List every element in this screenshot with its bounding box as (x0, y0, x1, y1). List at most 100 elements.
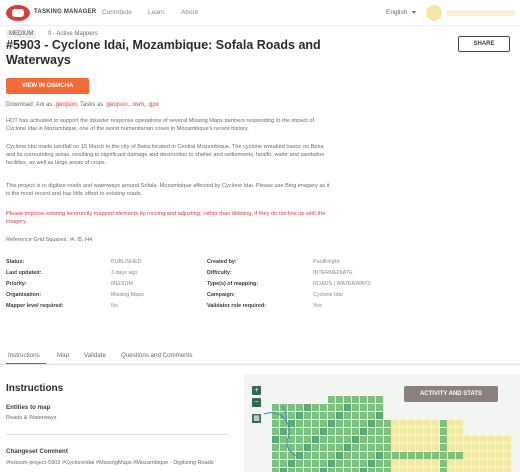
task-square[interactable] (416, 460, 424, 468)
task-square[interactable] (344, 412, 352, 420)
task-square[interactable] (360, 444, 368, 452)
task-square[interactable] (456, 428, 464, 436)
task-square[interactable] (416, 428, 424, 436)
task-square[interactable] (360, 428, 368, 436)
task-square[interactable] (368, 412, 376, 420)
task-square[interactable] (360, 420, 368, 428)
task-square[interactable] (456, 420, 464, 428)
task-square[interactable] (480, 444, 488, 452)
task-square[interactable] (464, 444, 472, 452)
task-square[interactable] (488, 452, 496, 460)
task-square[interactable] (416, 452, 424, 460)
task-square[interactable] (336, 468, 344, 472)
task-square[interactable] (376, 436, 384, 444)
task-square[interactable] (328, 396, 336, 404)
task-square[interactable] (360, 468, 368, 472)
download-aoi-geojson-link[interactable]: .geojson (54, 102, 77, 108)
language-selector[interactable]: English (386, 9, 407, 16)
task-square[interactable] (296, 468, 304, 472)
nav-item-contribute[interactable]: Contribute (102, 9, 132, 16)
task-square[interactable] (368, 428, 376, 436)
task-square[interactable] (432, 460, 440, 468)
layers-icon[interactable]: ▦ (252, 414, 261, 423)
task-square[interactable] (360, 396, 368, 404)
task-square[interactable] (424, 436, 432, 444)
task-square[interactable] (392, 468, 400, 472)
task-square[interactable] (408, 420, 416, 428)
task-square[interactable] (448, 420, 456, 428)
task-square[interactable] (344, 428, 352, 436)
task-square[interactable] (400, 444, 408, 452)
task-square[interactable] (408, 436, 416, 444)
task-square[interactable] (336, 436, 344, 444)
task-square[interactable] (272, 468, 280, 472)
task-square[interactable] (432, 444, 440, 452)
task-square[interactable] (384, 468, 392, 472)
task-square[interactable] (448, 468, 456, 472)
task-square[interactable] (456, 444, 464, 452)
task-square[interactable] (472, 452, 480, 460)
task-square[interactable] (496, 452, 504, 460)
task-square[interactable] (368, 436, 376, 444)
task-square[interactable] (472, 436, 480, 444)
task-square[interactable] (504, 468, 512, 472)
task-square[interactable] (496, 460, 504, 468)
task-square[interactable] (424, 428, 432, 436)
task-square[interactable] (352, 444, 360, 452)
task-map[interactable]: + − ▦ ACTIVITY AND STATS (244, 374, 520, 472)
task-square[interactable] (368, 444, 376, 452)
task-square[interactable] (400, 428, 408, 436)
task-square[interactable] (352, 468, 360, 472)
task-square[interactable] (344, 404, 352, 412)
avatar[interactable] (426, 5, 442, 21)
nav-item-about[interactable]: About (181, 9, 198, 16)
task-square[interactable] (440, 452, 448, 460)
task-square[interactable] (344, 444, 352, 452)
task-square[interactable] (384, 452, 392, 460)
task-square[interactable] (392, 460, 400, 468)
task-square[interactable] (424, 460, 432, 468)
task-square[interactable] (360, 412, 368, 420)
task-square[interactable] (488, 468, 496, 472)
task-square[interactable] (440, 428, 448, 436)
task-square[interactable] (440, 460, 448, 468)
task-square[interactable] (344, 436, 352, 444)
task-square[interactable] (496, 444, 504, 452)
tab-map[interactable]: Map (57, 352, 69, 359)
task-square[interactable] (488, 460, 496, 468)
tab-instructions[interactable]: Instructions (8, 352, 40, 359)
task-square[interactable] (448, 452, 456, 460)
task-square[interactable] (480, 460, 488, 468)
task-square[interactable] (344, 468, 352, 472)
task-square[interactable] (384, 436, 392, 444)
task-square[interactable] (360, 452, 368, 460)
task-square[interactable] (368, 468, 376, 472)
zoom-out-button[interactable]: − (252, 398, 261, 407)
task-square[interactable] (392, 452, 400, 460)
task-square[interactable] (480, 452, 488, 460)
task-square[interactable] (440, 444, 448, 452)
task-square[interactable] (416, 436, 424, 444)
task-square[interactable] (320, 468, 328, 472)
task-square[interactable] (368, 404, 376, 412)
task-square[interactable] (360, 436, 368, 444)
task-square[interactable] (336, 404, 344, 412)
task-square[interactable] (432, 436, 440, 444)
task-square[interactable] (416, 420, 424, 428)
task-square[interactable] (384, 420, 392, 428)
task-square[interactable] (456, 468, 464, 472)
task-square[interactable] (464, 460, 472, 468)
download-tasks-gpx-link[interactable]: .gpx (147, 102, 158, 108)
task-square[interactable] (496, 468, 504, 472)
task-square[interactable] (464, 468, 472, 472)
task-square[interactable] (480, 436, 488, 444)
share-button[interactable]: SHARE (458, 36, 510, 52)
task-square[interactable] (456, 452, 464, 460)
task-square[interactable] (328, 468, 336, 472)
task-square[interactable] (376, 412, 384, 420)
task-square[interactable] (336, 396, 344, 404)
task-square[interactable] (464, 436, 472, 444)
task-square[interactable] (384, 460, 392, 468)
task-square[interactable] (368, 420, 376, 428)
task-square[interactable] (504, 460, 512, 468)
